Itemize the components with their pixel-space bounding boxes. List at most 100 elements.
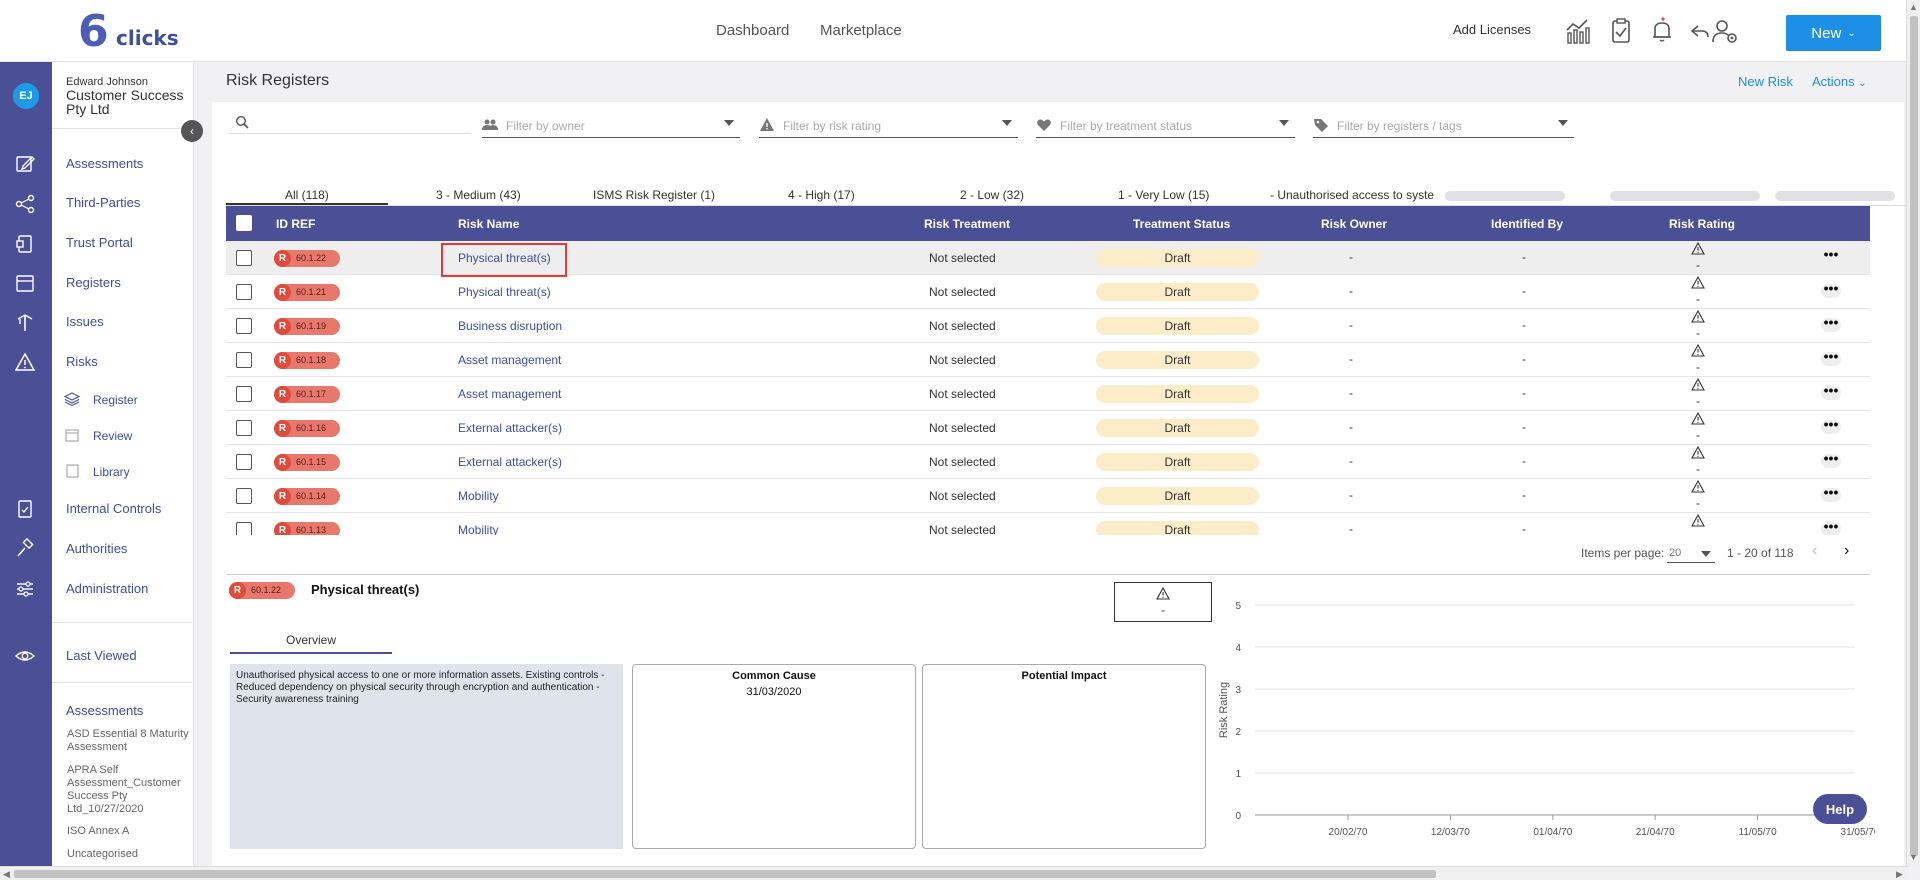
tab-medium[interactable]: 3 - Medium (43) [436,188,521,202]
row-checkbox[interactable] [236,386,252,402]
table-row[interactable]: R 60.1.18 Asset management Not selected Draf… [226,343,1870,377]
sidebar-item-internal-controls[interactable]: Internal Controls [66,501,161,516]
clipboard-check-icon[interactable] [1606,16,1636,46]
last-viewed-item[interactable]: Uncategorised [67,848,192,861]
user-org-block[interactable]: Edward Johnson Customer Success Pty Ltd [66,76,191,116]
last-viewed-eye-icon[interactable] [14,645,36,667]
issues-icon[interactable] [14,311,36,333]
risk-name-link[interactable]: Asset management [458,353,561,367]
risks-warning-icon[interactable] [14,351,36,373]
new-button[interactable]: New ⌄ [1786,15,1881,51]
sidebar-item-last-viewed[interactable]: Last Viewed [66,648,137,663]
more-options-icon[interactable]: ••• [1821,383,1841,400]
nav-marketplace[interactable]: Marketplace [820,22,902,39]
vertical-scroll-thumb[interactable] [1910,16,1918,856]
col-risk-owner[interactable]: Risk Owner [1321,217,1387,231]
vertical-scrollbar[interactable]: ▲ ▼ [1906,0,1920,866]
select-all-checkbox[interactable] [236,215,252,231]
horizontal-scroll-thumb[interactable] [14,870,1436,878]
analytics-icon[interactable] [1563,16,1593,46]
more-options-icon[interactable]: ••• [1821,281,1841,298]
row-checkbox[interactable] [236,522,252,535]
avatar[interactable]: EJ [13,83,39,109]
bell-icon[interactable] [1647,16,1677,46]
more-options-icon[interactable]: ••• [1821,417,1841,434]
risk-name-link[interactable]: Mobility [458,489,499,503]
row-checkbox[interactable] [236,420,252,436]
next-page-icon[interactable]: › [1844,542,1849,560]
more-options-icon[interactable]: ••• [1821,315,1841,332]
search-field[interactable] [229,112,471,134]
administration-sliders-icon[interactable] [14,578,36,600]
search-input[interactable] [255,112,465,132]
actions-menu[interactable]: Actions ⌄ [1812,74,1867,89]
registers-icon[interactable] [14,272,36,294]
risk-name-link[interactable]: Physical threat(s) [458,285,551,299]
row-checkbox[interactable] [236,284,252,300]
scroll-right-icon[interactable]: ▶ [1896,869,1903,880]
tab-low[interactable]: 2 - Low (32) [960,188,1024,202]
table-row[interactable]: R 60.1.21 Physical threat(s) Not selected Dr… [226,275,1870,309]
filter-treatment-status[interactable]: Filter by treatment status [1036,112,1295,138]
col-treatment-status[interactable]: Treatment Status [1133,217,1230,231]
scroll-left-icon[interactable]: ◀ [3,869,10,880]
sixclicks-logo[interactable]: 6 clicks [78,8,179,56]
sidebar-item-issues[interactable]: Issues [66,314,104,329]
more-options-icon[interactable]: ••• [1821,451,1841,468]
risk-name-link[interactable]: Mobility [458,523,499,535]
last-viewed-item[interactable]: APRA Self Assessment_Customer Success Pt… [67,764,192,816]
sidebar-item-risks[interactable]: Risks [66,354,98,369]
risk-name-link[interactable]: External attacker(s) [458,455,562,469]
tab-very-low[interactable]: 1 - Very Low (15) [1118,188,1209,202]
table-row[interactable]: R 60.1.17 Asset management Not selected Draf… [226,377,1870,411]
authorities-hammer-icon[interactable] [14,538,36,560]
sidebar-item-third-parties[interactable]: Third-Parties [66,195,140,210]
user-settings-icon[interactable] [1710,16,1740,46]
more-options-icon[interactable]: ••• [1821,519,1841,535]
more-options-icon[interactable]: ••• [1821,349,1841,366]
col-id-ref[interactable]: ID REF [276,217,315,231]
third-parties-network-icon[interactable] [14,193,36,215]
new-risk-link[interactable]: New Risk [1738,74,1793,89]
table-row[interactable]: R 60.1.14 Mobility Not selected Draft - - - ••• [226,479,1870,513]
collapse-sidebar-button[interactable]: ‹ [181,120,203,142]
row-checkbox[interactable] [236,352,252,368]
sidebar-item-administration[interactable]: Administration [66,581,148,596]
scroll-up-icon[interactable]: ▲ [1909,2,1918,12]
sidebar-item-trust-portal[interactable]: Trust Portal [66,235,133,250]
tab-high[interactable]: 4 - High (17) [788,188,855,202]
table-row[interactable]: R 60.1.13 Mobility Not selected Draft - - - ••• [226,513,1870,535]
sidebar-subitem-register[interactable]: Register [93,393,138,407]
last-viewed-item[interactable]: ISO Annex A [67,825,192,838]
risk-name-link[interactable]: External attacker(s) [458,421,562,435]
table-row[interactable]: R 60.1.19 Business disruption Not selected D… [226,309,1870,343]
add-licenses-link[interactable]: Add Licenses [1453,22,1531,37]
table-row[interactable]: R 60.1.16 External attacker(s) Not selected… [226,411,1870,445]
row-checkbox[interactable] [236,250,252,266]
risk-name-link[interactable]: Asset management [458,387,561,401]
items-per-page-select[interactable]: 20 [1667,545,1715,563]
col-risk-name[interactable]: Risk Name [458,217,519,231]
help-button[interactable]: Help [1813,794,1867,824]
col-risk-treatment[interactable]: Risk Treatment [924,217,1010,231]
filter-registers-tags[interactable]: Filter by registers / tags [1313,112,1574,138]
row-checkbox[interactable] [236,488,252,504]
sidebar-subitem-library[interactable]: Library [93,465,130,479]
prev-page-icon[interactable]: ‹ [1812,542,1817,560]
col-identified-by[interactable]: Identified By [1491,217,1563,231]
filter-owner[interactable]: Filter by owner [482,112,740,138]
row-checkbox[interactable] [236,454,252,470]
nav-dashboard[interactable]: Dashboard [716,22,789,39]
last-viewed-item[interactable]: ASD Essential 8 Maturity Assessment [67,728,192,754]
risk-name-link[interactable]: Business disruption [458,319,562,333]
tab-all[interactable]: All (118) [285,188,329,202]
tab-overview[interactable]: Overview [286,633,336,647]
trust-portal-icon[interactable] [14,233,36,255]
sidebar-item-authorities[interactable]: Authorities [66,541,127,556]
internal-controls-icon[interactable] [14,498,36,520]
tab-unauthorised-access[interactable]: - Unauthorised access to syste [1270,188,1454,202]
more-options-icon[interactable]: ••• [1821,485,1841,502]
filter-risk-rating[interactable]: Filter by risk rating [759,112,1018,138]
tab-isms-risk-register[interactable]: ISMS Risk Register (1) [593,188,715,202]
scroll-down-icon[interactable]: ▼ [1909,852,1918,862]
